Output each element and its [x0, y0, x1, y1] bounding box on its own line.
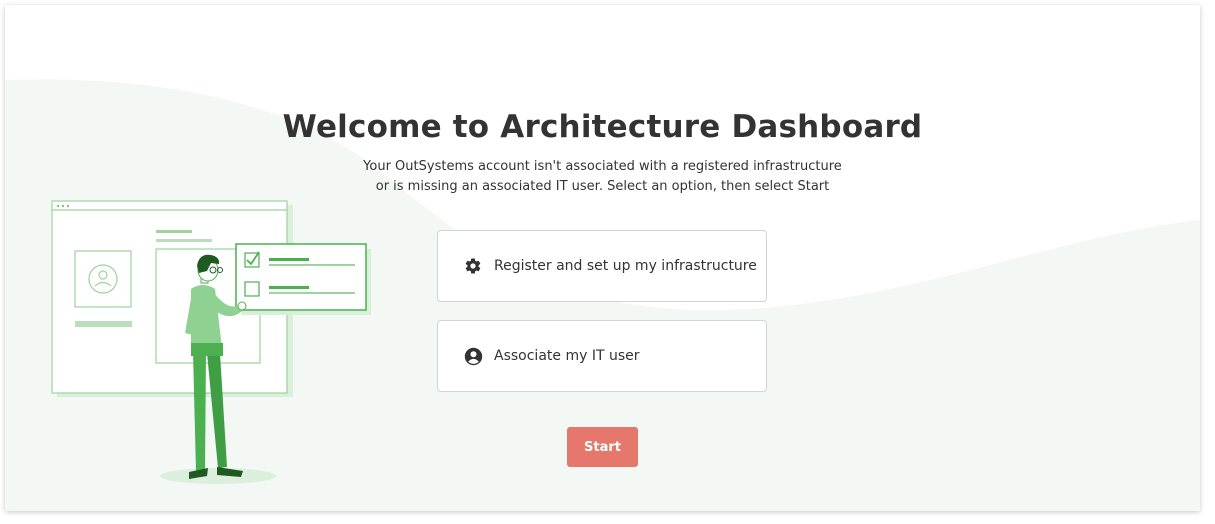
page-title: Welcome to Architecture Dashboard: [282, 109, 923, 145]
associate-it-user-label: Associate my IT user: [494, 348, 640, 364]
welcome-panel: Welcome to Architecture Dashboard Your O…: [5, 5, 1200, 511]
page-subtitle: Your OutSystems account isn't associated…: [5, 157, 1200, 197]
subtitle-line-1: Your OutSystems account isn't associated…: [363, 159, 842, 174]
developer-illustration: [51, 200, 371, 484]
subtitle-line-2: or is missing an associated IT user. Sel…: [375, 179, 830, 194]
register-infrastructure-label: Register and set up my infrastructure: [494, 258, 757, 274]
start-button[interactable]: Start: [567, 427, 638, 467]
gear-icon: [463, 256, 483, 276]
register-infrastructure-option[interactable]: Register and set up my infrastructure: [437, 230, 767, 302]
associate-it-user-option[interactable]: Associate my IT user: [437, 320, 767, 392]
user-circle-icon: [463, 346, 483, 366]
